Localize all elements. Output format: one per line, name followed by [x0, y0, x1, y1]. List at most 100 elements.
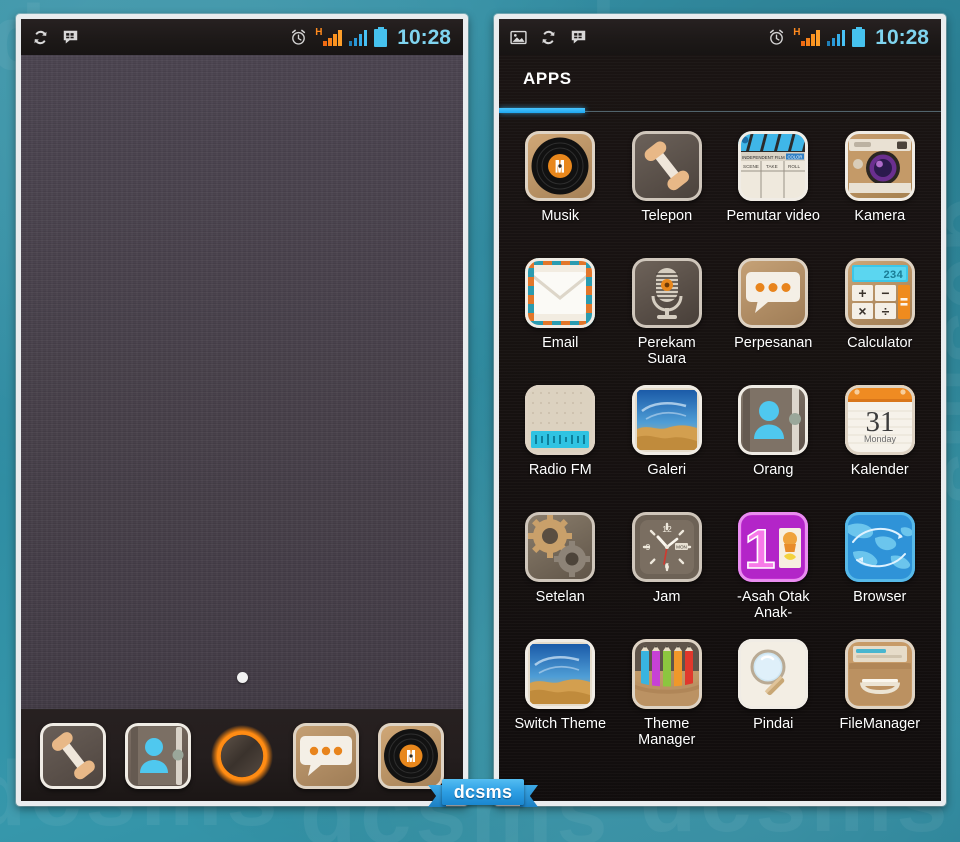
svg-text:÷: ÷ — [881, 303, 889, 319]
app-item-musik[interactable]: Musik — [507, 127, 614, 248]
app-label: Kalender — [850, 462, 909, 478]
game-number-one: 1 — [745, 517, 776, 580]
contacts-book-icon — [743, 387, 802, 453]
app-item-asah-otak-anak[interactable]: 1 -Asah Otak Anak- — [720, 508, 827, 629]
calculator-icon: 234 + − × ÷ — [851, 265, 910, 319]
signal-h-label: H — [315, 26, 323, 38]
svg-text:ROLL: ROLL — [788, 164, 800, 169]
app-drawer-body: APPS Musik Telepon INDEPENDENT FILM COLO… — [499, 55, 941, 801]
desert-photo-icon — [636, 390, 697, 450]
app-item-orang[interactable]: Orang — [720, 381, 827, 502]
dock-item-perpesanan[interactable] — [293, 722, 360, 789]
app-item-filemanager[interactable]: FileManager — [827, 635, 934, 756]
app-label: Setelan — [535, 589, 585, 605]
app-item-calculator[interactable]: 234 + − × ÷ Calculator — [827, 254, 934, 375]
svg-text:INDEPENDENT FILM: INDEPENDENT FILM — [742, 155, 785, 160]
home-wallpaper[interactable] — [21, 55, 463, 801]
status-bar-clock: 10:28 — [397, 25, 451, 49]
svg-text:SCENE: SCENE — [743, 164, 759, 169]
app-grid: Musik Telepon INDEPENDENT FILM COLOR SCE… — [499, 113, 941, 756]
status-bar-right-icons: H 10:28 — [767, 27, 933, 48]
sync-icon — [542, 30, 555, 44]
app-item-perpesanan[interactable]: Perpesanan — [720, 254, 827, 375]
app-item-jam[interactable]: 12 9 6 MON Jam — [614, 508, 721, 629]
app-item-theme-manager[interactable]: Theme Manager — [614, 635, 721, 756]
signal-h-label: H — [793, 26, 801, 38]
app-label: Galeri — [647, 462, 687, 478]
app-item-kamera[interactable]: Kamera — [827, 127, 934, 248]
app-label: FileManager — [839, 716, 921, 732]
app-item-pindai[interactable]: Pindai — [720, 635, 827, 756]
magnifier-icon — [738, 639, 809, 709]
status-bar-clock: 10:28 — [875, 25, 929, 49]
clock-numeral-12: 12 — [662, 524, 672, 534]
briefcase-icon — [844, 639, 915, 709]
dock-item-app-drawer[interactable] — [209, 723, 275, 789]
app-label: Pemutar video — [726, 208, 821, 224]
signal-h-icon: H — [793, 26, 820, 46]
calendar-icon: 31 Monday — [844, 385, 915, 455]
calendar-weekday: Monday — [864, 434, 897, 444]
desert-photo-icon — [530, 644, 591, 704]
app-label: Telepon — [641, 208, 693, 224]
phone-handset-icon — [52, 731, 95, 779]
speech-bubble-icon — [300, 735, 353, 776]
tab-active-indicator — [499, 108, 586, 113]
app-item-email[interactable]: Email — [507, 254, 614, 375]
app-item-galeri[interactable]: Galeri — [614, 381, 721, 502]
app-label: Email — [542, 335, 579, 351]
globe-browser-icon — [844, 512, 915, 582]
page-dot-active[interactable] — [236, 672, 248, 683]
app-item-pemutar-video[interactable]: INDEPENDENT FILM COLOR SCENE TAKE ROLL P… — [720, 127, 827, 248]
app-label: Perpesanan — [734, 335, 813, 351]
status-bar-apps[interactable]: H 10:28 — [499, 19, 941, 55]
app-label: Pindai — [753, 716, 794, 732]
dcsms-watermark-ribbon: dcsms — [428, 776, 538, 810]
alarm-clock-icon — [292, 29, 306, 45]
envelope-icon — [525, 258, 596, 328]
app-label: Musik — [541, 208, 580, 224]
signal-bars-icon — [826, 29, 846, 46]
clapperboard-icon: INDEPENDENT FILM COLOR SCENE TAKE ROLL — [738, 131, 809, 201]
clock-numeral-6: 6 — [664, 561, 669, 571]
battery-icon — [852, 27, 866, 47]
app-drawer-tabbar: APPS — [499, 55, 941, 113]
app-label: Theme Manager — [638, 716, 696, 749]
app-label: Perekam Suara — [637, 335, 696, 368]
phone-app-drawer: H 10:28 APPS Musik Telepon INDEPENDENT F… — [494, 14, 946, 806]
status-bar-home[interactable]: H 10:28 — [21, 19, 463, 55]
app-item-perekam-suara[interactable]: Perekam Suara — [614, 254, 721, 375]
svg-text:+: + — [858, 285, 866, 301]
home-dock — [21, 709, 463, 801]
app-item-telepon[interactable]: Telepon — [614, 127, 721, 248]
screenshot-image-icon — [510, 30, 527, 44]
colored-pencils-icon — [631, 639, 702, 709]
phone-handset-icon — [644, 141, 689, 191]
svg-text:×: × — [858, 303, 866, 319]
microphone-icon — [651, 268, 683, 319]
sync-icon — [34, 30, 47, 44]
alarm-clock-icon — [770, 29, 784, 45]
camera-icon — [848, 139, 911, 193]
tab-apps[interactable]: APPS — [523, 69, 572, 89]
app-label: Kamera — [854, 208, 906, 224]
app-drawer-ring-icon — [210, 724, 273, 787]
ribbon-body: dcsms — [442, 779, 524, 805]
app-item-switch-theme[interactable]: Switch Theme — [507, 635, 614, 756]
app-item-setelan[interactable]: Setelan — [507, 508, 614, 629]
app-drawer-surface[interactable]: H 10:28 APPS Musik Telepon INDEPENDENT F… — [499, 19, 941, 801]
status-bar-left-icons — [31, 28, 80, 47]
bbm-message-icon — [571, 30, 586, 43]
app-item-radio-fm[interactable]: Radio FM — [507, 381, 614, 502]
dock-item-orang[interactable] — [124, 722, 191, 789]
gears-icon — [528, 514, 591, 577]
dock-item-telepon[interactable] — [40, 722, 107, 789]
contacts-book-icon — [130, 726, 184, 785]
status-bar-left-icons — [509, 28, 588, 47]
home-screen-surface[interactable]: H 10:28 — [21, 19, 463, 801]
app-item-browser[interactable]: Browser — [827, 508, 934, 629]
app-item-kalender[interactable]: 31 Monday Kalender — [827, 381, 934, 502]
radio-icon — [525, 385, 596, 455]
svg-text:−: − — [881, 285, 889, 301]
calculator-display-value: 234 — [883, 270, 903, 282]
